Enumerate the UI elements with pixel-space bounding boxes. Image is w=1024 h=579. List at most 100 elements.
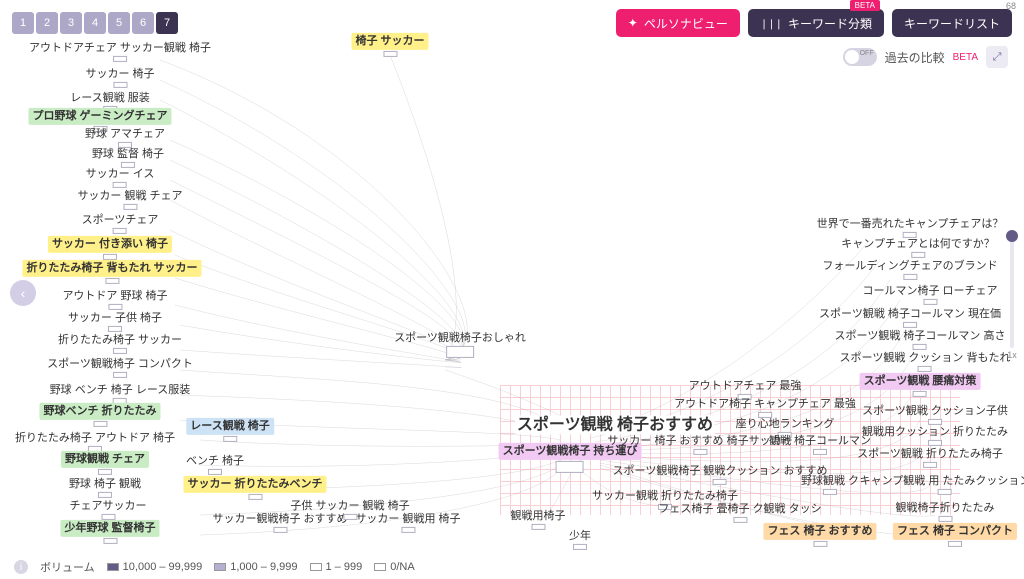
keyword-list-button[interactable]: 68 キーワードリスト xyxy=(892,9,1012,37)
node-youth-x[interactable]: 少年 xyxy=(569,530,591,550)
node-bar xyxy=(938,489,952,495)
page-6[interactable]: 6 xyxy=(132,12,154,34)
fullscreen-icon[interactable]: ⤢ xyxy=(986,46,1008,68)
node-fes-chair-field[interactable]: フェス椅子 畳椅子 ク観戦 タッシ xyxy=(658,503,821,523)
node-fes-chair-compact[interactable]: フェス 椅子 コンパクト xyxy=(893,523,1017,547)
node-sports-coleman-tall[interactable]: スポーツ観戦 椅子コールマン 高さ xyxy=(835,330,1006,350)
node-sports-watch-compact[interactable]: スポーツ観戦椅子 コンパクト xyxy=(47,358,193,378)
node-label: スポーツ観戦椅子 コンパクト xyxy=(47,358,193,371)
node-sports-watch-fashion[interactable]: スポーツ観戦椅子おしゃれ xyxy=(394,332,526,358)
page-5[interactable]: 5 xyxy=(108,12,130,34)
node-bar xyxy=(401,527,415,533)
node-youth-baseball-manager[interactable]: 少年野球 監督椅子 xyxy=(60,520,159,544)
node-watch-chair-fold[interactable]: 観戦椅子折りたたみ xyxy=(896,502,995,522)
node-bar xyxy=(813,541,827,547)
node-label: スポーツ観戦 椅子コールマン 高さ xyxy=(835,330,1006,343)
node-sports-watch-chair-cover[interactable]: スポーツ観戦椅子 観戦クッション おすすめ xyxy=(613,465,828,485)
node-cushion-kids[interactable]: スポーツ観戦 クッション子供 xyxy=(862,405,1008,425)
node-baseball-chair-watch[interactable]: 野球 椅子 観戦 xyxy=(69,478,141,498)
node-bar xyxy=(918,366,932,372)
node-child-soccer-watch[interactable]: 子供 サッカー 観戦 椅子 xyxy=(290,500,409,520)
legend-b4: 0/NA xyxy=(390,561,414,573)
node-camp-watch-cushion[interactable]: キャンプ観戦 用 たたみクッション xyxy=(860,475,1024,495)
node-cushion-back[interactable]: スポーツ観戦 クッション 背もたれ xyxy=(840,352,1011,372)
node-bar xyxy=(913,344,927,350)
persona-view-button[interactable]: ✦ ペルソナビュー xyxy=(616,9,740,37)
node-soccer-watch-chair[interactable]: サッカー 観戦 チェア xyxy=(77,190,182,210)
page-1[interactable]: 1 xyxy=(12,12,34,34)
node-baseball-bench-fold[interactable]: 野球ベンチ 折りたたみ xyxy=(39,403,160,427)
collapse-handle[interactable]: ‹ xyxy=(10,280,36,306)
page-3[interactable]: 3 xyxy=(60,12,82,34)
node-coleman-low[interactable]: コールマン椅子 ローチェア xyxy=(862,285,997,305)
node-sports-coleman-price[interactable]: スポーツ観戦 椅子コールマン 現在価 xyxy=(819,308,1001,328)
node-sports-chair[interactable]: スポーツチェア xyxy=(82,214,159,234)
node-label: サッカー イス xyxy=(86,168,155,181)
beta-badge: BETA xyxy=(850,0,880,11)
node-label: アウトドア椅子 キャンプチェア 最強 xyxy=(674,398,856,411)
node-label: 野球 ベンチ 椅子 レース服装 xyxy=(50,384,191,397)
compare-label: 過去の比較 xyxy=(885,49,945,66)
page-2[interactable]: 2 xyxy=(36,12,58,34)
node-bar xyxy=(208,469,222,475)
node-soccer-fold-bench[interactable]: サッカー 折りたたみベンチ xyxy=(183,476,326,500)
node-baseball-watch-chair[interactable]: 野球観戦 チェア xyxy=(61,451,149,475)
node-camp-what[interactable]: キャンプチェアとは何ですか？ xyxy=(841,238,994,258)
count-badge: 68 xyxy=(1006,1,1016,11)
node-bar xyxy=(556,461,584,473)
node-race-watch-chair[interactable]: レース観戦 椅子 xyxy=(186,418,274,442)
node-soccer-chair-x[interactable]: サッカー 椅子 おすすめ 椅子サッカー xyxy=(607,435,792,455)
node-label: プロ野球 ゲーミングチェア xyxy=(28,108,171,125)
node-label: レース観戦 服装 xyxy=(70,92,150,105)
node-label: 少年 xyxy=(569,530,591,543)
compare-toggle[interactable] xyxy=(843,48,877,66)
node-baseball-manager-chair[interactable]: 野球 監督 椅子 xyxy=(92,148,164,168)
node-bench-chair[interactable]: ベンチ 椅子 xyxy=(186,455,244,475)
node-soccer-kids-chair[interactable]: サッカー 子供 椅子 xyxy=(68,312,162,332)
legend-b3: 1 – 999 xyxy=(326,561,363,573)
node-label: スポーツ観戦 クッション 背もたれ xyxy=(840,352,1011,365)
classify-label: キーワード分類 xyxy=(788,15,872,32)
keyword-classify-button[interactable]: BETA キーワード分類 xyxy=(748,9,884,37)
page-4[interactable]: 4 xyxy=(84,12,106,34)
legend-b2: 1,000 – 9,999 xyxy=(230,561,297,573)
node-sports-back-pain[interactable]: スポーツ観戦 腰痛対策 xyxy=(860,373,981,397)
node-chair-soccer[interactable]: チェアサッカー xyxy=(70,500,147,520)
node-soccer-attend-chair[interactable]: サッカー 付き添い 椅子 xyxy=(48,236,172,260)
node-fold-chair-soccer[interactable]: 折りたたみ椅子 サッカー xyxy=(58,334,182,354)
node-fold-back-soccer[interactable]: 折りたたみ椅子 背もたれ サッカー xyxy=(22,260,201,284)
node-bar xyxy=(93,421,107,427)
node-folding-brand[interactable]: フォールディングチェアのブランド xyxy=(822,260,997,280)
node-sports-chair-coleman[interactable]: 観戦 椅子コールマン xyxy=(769,435,871,455)
page-7[interactable]: 7 xyxy=(156,12,178,34)
node-fes-chair-rec[interactable]: フェス 椅子 おすすめ xyxy=(763,523,876,547)
node-label: 野球 監督 椅子 xyxy=(92,148,164,161)
node-bar xyxy=(113,348,127,354)
node-baseball-watch-chair2[interactable]: 野球観戦 ク xyxy=(801,475,859,495)
node-outdoor-chair-soccer[interactable]: アウトドアチェア サッカー観戦 椅子 xyxy=(29,42,211,62)
node-label: サッカー観戦 折りたたみ椅子 xyxy=(592,490,738,503)
node-soccer-chair[interactable]: サッカー 椅子 xyxy=(85,68,154,88)
node-center[interactable]: スポーツ観戦 椅子おすすめ xyxy=(515,415,715,434)
node-label: サッカー 椅子 xyxy=(85,68,154,81)
node-label: 子供 サッカー 観戦 椅子 xyxy=(290,500,409,513)
node-world-camp[interactable]: 世界で一番売れたキャンプチェアは？ xyxy=(817,218,1004,238)
node-bar xyxy=(98,492,112,498)
legend-title: ボリューム xyxy=(40,559,95,575)
node-soccer-isu[interactable]: サッカー イス xyxy=(86,168,155,188)
node-label: 観戦椅子折りたたみ xyxy=(896,502,995,515)
node-watch-chair[interactable]: 観戦用椅子 xyxy=(511,510,566,530)
node-label: キャンプ観戦 用 たたみクッション xyxy=(860,475,1024,488)
node-fold-outdoor-chair[interactable]: 折りたたみ椅子 アウトドア 椅子 xyxy=(15,432,175,452)
node-n-ama-chair[interactable]: 野球 アマチェア xyxy=(85,128,165,148)
node-cushion-fold[interactable]: 観戦用クッション 折りたたみ xyxy=(862,426,1008,446)
info-icon[interactable]: i xyxy=(14,560,28,574)
zoom-slider[interactable]: 1x xyxy=(1006,230,1018,360)
node-label: 観戦 椅子コールマン xyxy=(769,435,871,448)
node-outdoor-baseball-chair[interactable]: アウトドア 野球 椅子 xyxy=(62,290,167,310)
node-bar xyxy=(928,419,942,425)
node-baseball-bench-race[interactable]: 野球 ベンチ 椅子 レース服装 xyxy=(50,384,191,404)
legend: i ボリューム 10,000 – 99,999 1,000 – 9,999 1 … xyxy=(14,559,415,575)
node-bar xyxy=(923,462,937,468)
node-sports-fold-chair[interactable]: スポーツ観戦 折りたたみ椅子 xyxy=(857,448,1003,468)
